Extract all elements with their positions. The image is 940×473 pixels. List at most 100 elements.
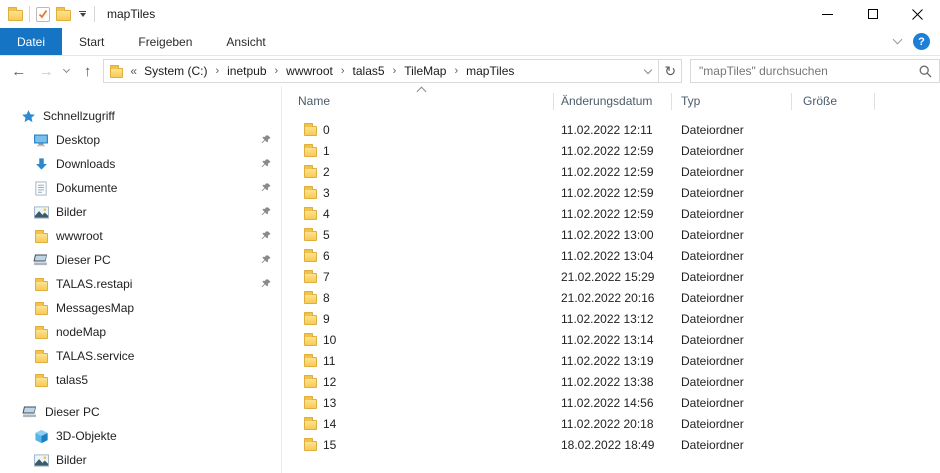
column-header-name[interactable]: Name: [298, 94, 330, 108]
table-row[interactable]: 8 21.02.2022 20:16 Dateiordner: [282, 287, 940, 308]
tab-datei[interactable]: Datei: [0, 28, 62, 55]
table-row[interactable]: 14 11.02.2022 20:18 Dateiordner: [282, 413, 940, 434]
folder-icon: [33, 324, 49, 340]
file-name: 3: [323, 186, 330, 200]
search-input[interactable]: [691, 64, 919, 78]
folder-icon: [304, 294, 317, 304]
tab-start[interactable]: Start: [62, 28, 121, 55]
file-type: Dateiordner: [671, 123, 791, 137]
file-type: Dateiordner: [671, 249, 791, 263]
search-icon[interactable]: [919, 65, 939, 78]
folder-icon: [304, 420, 317, 430]
breadcrumb-overflow[interactable]: «: [129, 64, 139, 78]
expand-ribbon-icon[interactable]: [893, 35, 903, 45]
file-type: Dateiordner: [671, 312, 791, 326]
breadcrumb-segment[interactable]: mapTiles: [461, 64, 519, 78]
folder-icon: [33, 276, 49, 292]
table-row[interactable]: 15 18.02.2022 18:49 Dateiordner: [282, 434, 940, 455]
sidebar-item-talas-service[interactable]: TALAS.service: [0, 344, 281, 368]
table-row[interactable]: 12 11.02.2022 13:38 Dateiordner: [282, 371, 940, 392]
sidebar-item-bilder-pc[interactable]: Bilder: [0, 448, 281, 472]
help-icon[interactable]: ?: [913, 33, 930, 50]
table-row[interactable]: 13 11.02.2022 14:56 Dateiordner: [282, 392, 940, 413]
table-row[interactable]: 0 11.02.2022 12:11 Dateiordner: [282, 119, 940, 140]
address-bar[interactable]: « System (C:) › inetpub › wwwroot › tala…: [103, 59, 659, 83]
sidebar-item-label: TALAS.restapi: [56, 277, 132, 291]
up-button[interactable]: ↑: [75, 63, 101, 80]
table-row[interactable]: 3 11.02.2022 12:59 Dateiordner: [282, 182, 940, 203]
sidebar-item-messagesmap[interactable]: MessagesMap: [0, 296, 281, 320]
table-row[interactable]: 11 11.02.2022 13:19 Dateiordner: [282, 350, 940, 371]
column-header-size[interactable]: Größe: [803, 94, 837, 108]
minimize-button[interactable]: [805, 0, 850, 28]
maximize-button[interactable]: [850, 0, 895, 28]
folder-icon: [304, 147, 317, 157]
pictures-icon: [33, 452, 49, 468]
table-row[interactable]: 7 21.02.2022 15:29 Dateiordner: [282, 266, 940, 287]
sidebar-item-talas-restapi[interactable]: TALAS.restapi: [0, 272, 281, 296]
column-resize-handle[interactable]: [553, 93, 554, 110]
sidebar-item-schnellzugriff[interactable]: Schnellzugriff: [0, 104, 281, 128]
sidebar-item-label: Dieser PC: [45, 405, 100, 419]
sidebar-item-label: Desktop: [56, 133, 100, 147]
explorer-app-icon[interactable]: [8, 10, 23, 21]
file-type: Dateiordner: [671, 291, 791, 305]
sidebar-item-wwwroot[interactable]: wwwroot: [0, 224, 281, 248]
tab-freigeben[interactable]: Freigeben: [121, 28, 209, 55]
ribbon-tab-bar: Datei Start Freigeben Ansicht ?: [0, 28, 940, 56]
folder-icon: [304, 399, 317, 409]
table-row[interactable]: 1 11.02.2022 12:59 Dateiordner: [282, 140, 940, 161]
breadcrumb-separator-icon[interactable]: ›: [338, 65, 348, 77]
column-resize-handle[interactable]: [874, 93, 875, 110]
breadcrumb-segment[interactable]: talas5: [348, 64, 390, 78]
close-button[interactable]: [895, 0, 940, 28]
breadcrumb-separator-icon[interactable]: ›: [272, 65, 282, 77]
sidebar-item-label: wwwroot: [56, 229, 103, 243]
breadcrumb-separator-icon[interactable]: ›: [451, 65, 461, 77]
table-row[interactable]: 9 11.02.2022 13:12 Dateiordner: [282, 308, 940, 329]
table-row[interactable]: 6 11.02.2022 13:04 Dateiordner: [282, 245, 940, 266]
breadcrumb-separator-icon[interactable]: ›: [212, 65, 222, 77]
table-row[interactable]: 5 11.02.2022 13:00 Dateiordner: [282, 224, 940, 245]
folder-icon: [304, 252, 317, 262]
sidebar-item-dokumente[interactable]: Dokumente: [0, 176, 281, 200]
tab-ansicht[interactable]: Ansicht: [209, 28, 282, 55]
address-dropdown-icon[interactable]: [638, 70, 658, 73]
sidebar-item-dieser-pc[interactable]: Dieser PC: [0, 400, 281, 424]
table-row[interactable]: 4 11.02.2022 12:59 Dateiordner: [282, 203, 940, 224]
sidebar-item-desktop[interactable]: Desktop: [0, 128, 281, 152]
back-button[interactable]: ←: [4, 63, 34, 80]
sidebar-item-dieser-pc-pinned[interactable]: Dieser PC: [0, 248, 281, 272]
folder-icon: [304, 210, 317, 220]
column-resize-handle[interactable]: [671, 93, 672, 110]
new-folder-icon[interactable]: [56, 10, 71, 21]
breadcrumb-segment[interactable]: System (C:): [139, 64, 212, 78]
sidebar-item-3d-objekte[interactable]: 3D-Objekte: [0, 424, 281, 448]
column-resize-handle[interactable]: [791, 93, 792, 110]
folder-icon: [33, 348, 49, 364]
refresh-button[interactable]: ↻: [659, 59, 682, 83]
separator: [94, 6, 95, 22]
recent-locations-icon[interactable]: [59, 70, 75, 72]
customize-qat-dropdown-icon[interactable]: [77, 11, 88, 17]
table-row[interactable]: 2 11.02.2022 12:59 Dateiordner: [282, 161, 940, 182]
search-box: [690, 59, 940, 83]
checkmark-icon: [38, 9, 48, 19]
forward-button[interactable]: →: [34, 63, 60, 80]
file-name: 10: [323, 333, 336, 347]
sidebar-item-nodemap[interactable]: nodeMap: [0, 320, 281, 344]
column-header-type[interactable]: Typ: [681, 94, 700, 108]
table-row[interactable]: 10 11.02.2022 13:14 Dateiordner: [282, 329, 940, 350]
separator: [29, 6, 30, 22]
breadcrumb-segment[interactable]: wwwroot: [281, 64, 338, 78]
properties-icon[interactable]: [36, 7, 50, 22]
file-type: Dateiordner: [671, 438, 791, 452]
pin-icon: [260, 134, 272, 146]
breadcrumb-segment[interactable]: TileMap: [399, 64, 451, 78]
breadcrumb-separator-icon[interactable]: ›: [390, 65, 400, 77]
sidebar-item-bilder[interactable]: Bilder: [0, 200, 281, 224]
column-header-date[interactable]: Änderungsdatum: [561, 94, 652, 108]
sidebar-item-downloads[interactable]: Downloads: [0, 152, 281, 176]
sidebar-item-talas5[interactable]: talas5: [0, 368, 281, 392]
breadcrumb-segment[interactable]: inetpub: [222, 64, 271, 78]
